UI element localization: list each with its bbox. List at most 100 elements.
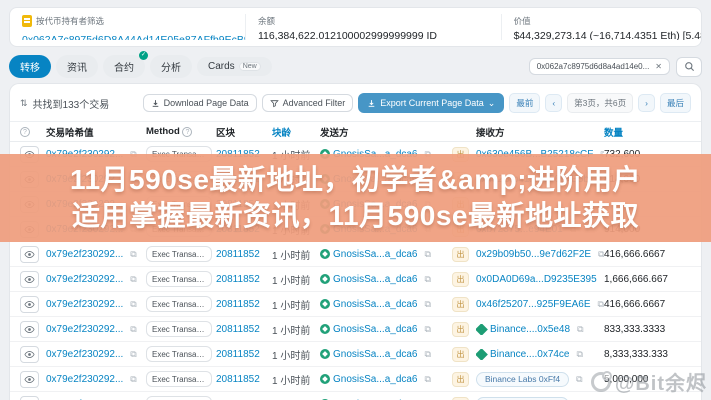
block-link[interactable]: 20811852: [216, 274, 260, 285]
direction-out-badge: 出: [452, 372, 469, 387]
tab-转移[interactable]: 转移: [9, 55, 51, 78]
block-link[interactable]: 20811852: [216, 349, 260, 360]
advanced-filter-button[interactable]: Advanced Filter: [262, 94, 354, 112]
block-link[interactable]: 20811852: [216, 374, 260, 385]
from-address-link[interactable]: GnosisSa...a_dca6: [333, 324, 418, 335]
copy-to-icon[interactable]: ⧉: [577, 324, 583, 335]
from-address-link[interactable]: GnosisSa...a_dca6: [333, 249, 418, 260]
col-amount[interactable]: 数量: [604, 125, 691, 139]
to-address-link[interactable]: 0x0DA0D69a...D9235E395: [476, 274, 597, 285]
to-address-link[interactable]: Binance....0x74ce: [490, 349, 570, 360]
copy-hash-icon[interactable]: ⧉: [130, 299, 136, 310]
verified-check-icon: ✓: [139, 51, 148, 60]
clear-filter-icon[interactable]: ✕: [655, 62, 662, 71]
copy-from-icon[interactable]: ⧉: [425, 324, 431, 335]
eye-icon: [24, 249, 35, 260]
direction-out-badge: 出: [452, 297, 469, 312]
pagination-last-button[interactable]: 最后: [660, 93, 691, 113]
row-eye-button[interactable]: [20, 296, 39, 313]
block-link[interactable]: 20811852: [216, 249, 260, 260]
row-eye-button[interactable]: [20, 371, 39, 388]
direction-out-badge: 出: [452, 347, 469, 362]
from-address-link[interactable]: GnosisSa...a_dca6: [333, 299, 418, 310]
binance-icon: [476, 349, 488, 360]
row-eye-button[interactable]: [20, 271, 39, 288]
tab-分析[interactable]: 分析: [150, 55, 192, 78]
pagination-info: 第3页，共6页: [567, 93, 633, 113]
address-filter-chip[interactable]: 0x062a7c8975d6d8a4ad14e0... ✕: [529, 58, 670, 75]
copy-from-icon[interactable]: ⧉: [425, 274, 431, 285]
copy-from-icon[interactable]: ⧉: [425, 299, 431, 310]
tx-age: 1 小时前: [272, 272, 310, 287]
tab-合约[interactable]: 合约✓: [103, 55, 145, 78]
pagination-next-button[interactable]: ›: [638, 94, 655, 112]
from-address-link[interactable]: GnosisSa...a_dca6: [333, 374, 418, 385]
copy-to-icon[interactable]: ⧉: [577, 349, 583, 360]
block-link[interactable]: 20811852: [216, 324, 260, 335]
gnosis-safe-icon: [320, 374, 330, 384]
copy-hash-icon[interactable]: ⧉: [130, 249, 136, 260]
tab-Cards[interactable]: CardsNew: [197, 57, 272, 76]
to-label-pill[interactable]: Binance Labs 0xFf4: [476, 372, 569, 387]
holder-address-link[interactable]: 0x062A7c8975d6D8A44Ad14E05e87AFfb9EcB9DD…: [22, 34, 245, 40]
from-address-link[interactable]: GnosisSa...a_dca6: [333, 274, 418, 285]
tx-age: 1 小时前: [272, 297, 310, 312]
search-button[interactable]: [676, 57, 702, 77]
row-eye-button[interactable]: [20, 396, 39, 400]
tab-资讯[interactable]: 资讯: [56, 55, 98, 78]
copy-from-icon[interactable]: ⧉: [425, 249, 431, 260]
download-icon: [151, 99, 160, 108]
transfer-amount: 8,333,333.333: [604, 349, 668, 360]
tx-hash-link[interactable]: 0x79e2f230292...: [46, 324, 123, 335]
tx-age: 1 小时前: [272, 397, 310, 400]
balance-section: 余额 116,384,622.012100002999999999 ID: [245, 14, 501, 40]
tx-hash-link[interactable]: 0x79e2f230292...: [46, 374, 123, 385]
to-address-link[interactable]: Binance....0x5e48: [490, 324, 570, 335]
method-badge: Exec Transact...: [146, 246, 212, 262]
filter-icon: [270, 99, 279, 108]
row-eye-button[interactable]: [20, 346, 39, 363]
watermark-text: @Bit余烬: [615, 367, 707, 396]
copy-hash-icon[interactable]: ⧉: [130, 374, 136, 385]
holder-filter-section: 按代币持有者筛选 0x062A7c8975d6D8A44Ad14E05e87AF…: [10, 14, 245, 40]
to-address-link[interactable]: 0x29b09b50...9e7d62F2E: [476, 249, 591, 260]
copy-hash-icon[interactable]: ⧉: [130, 324, 136, 335]
pagination-prev-button[interactable]: ‹: [545, 94, 562, 112]
method-badge: Exec Transact...: [146, 271, 212, 287]
copy-hash-icon[interactable]: ⧉: [130, 274, 136, 285]
copy-from-icon[interactable]: ⧉: [425, 374, 431, 385]
balance-value: 116,384,622.012100002999999999 ID: [258, 30, 489, 40]
method-help-icon: ?: [182, 127, 192, 137]
to-label-pill[interactable]: Binance Labs 0xFf4: [476, 397, 569, 400]
method-badge: Exec Transact...: [146, 346, 212, 362]
tx-age: 1 小时前: [272, 372, 310, 387]
tx-age: 1 小时前: [272, 347, 310, 362]
copy-hash-icon[interactable]: ⧉: [130, 349, 136, 360]
tx-hash-link[interactable]: 0x79e2f230292...: [46, 299, 123, 310]
gnosis-safe-icon: [320, 324, 330, 334]
col-block: 区块: [216, 125, 272, 139]
pagination-first-button[interactable]: 最前: [509, 93, 540, 113]
tx-hash-link[interactable]: 0x79e2f230292...: [46, 249, 123, 260]
col-hash: 交易哈希值: [46, 125, 146, 139]
block-link[interactable]: 20811852: [216, 299, 260, 310]
tx-hash-link[interactable]: 0x79e2f230292...: [46, 274, 123, 285]
to-address-link[interactable]: 0x46f25207...925F9EA6E: [476, 299, 591, 310]
copy-to-icon[interactable]: ⧉: [598, 299, 604, 310]
from-address-link[interactable]: GnosisSa...a_dca6: [333, 349, 418, 360]
download-page-data-button[interactable]: Download Page Data: [143, 94, 257, 112]
export-icon: [367, 99, 376, 108]
row-eye-button[interactable]: [20, 321, 39, 338]
binance-icon: [476, 324, 488, 335]
tx-hash-link[interactable]: 0x79e2f230292...: [46, 349, 123, 360]
col-age[interactable]: 块龄: [272, 125, 320, 139]
export-page-data-button[interactable]: Export Current Page Data ⌄: [358, 93, 504, 113]
sort-icon[interactable]: ⇅: [20, 98, 28, 109]
col-from: 发送方: [320, 125, 452, 139]
filter-label: 按代币持有者筛选: [36, 15, 104, 27]
row-eye-button[interactable]: [20, 246, 39, 263]
chevron-down-icon: ⌄: [488, 98, 496, 109]
token-transfers-page: 按代币持有者筛选 0x062A7c8975d6D8A44Ad14E05e87AF…: [0, 0, 711, 400]
copy-from-icon[interactable]: ⧉: [425, 349, 431, 360]
copy-to-icon[interactable]: ⧉: [576, 374, 582, 385]
